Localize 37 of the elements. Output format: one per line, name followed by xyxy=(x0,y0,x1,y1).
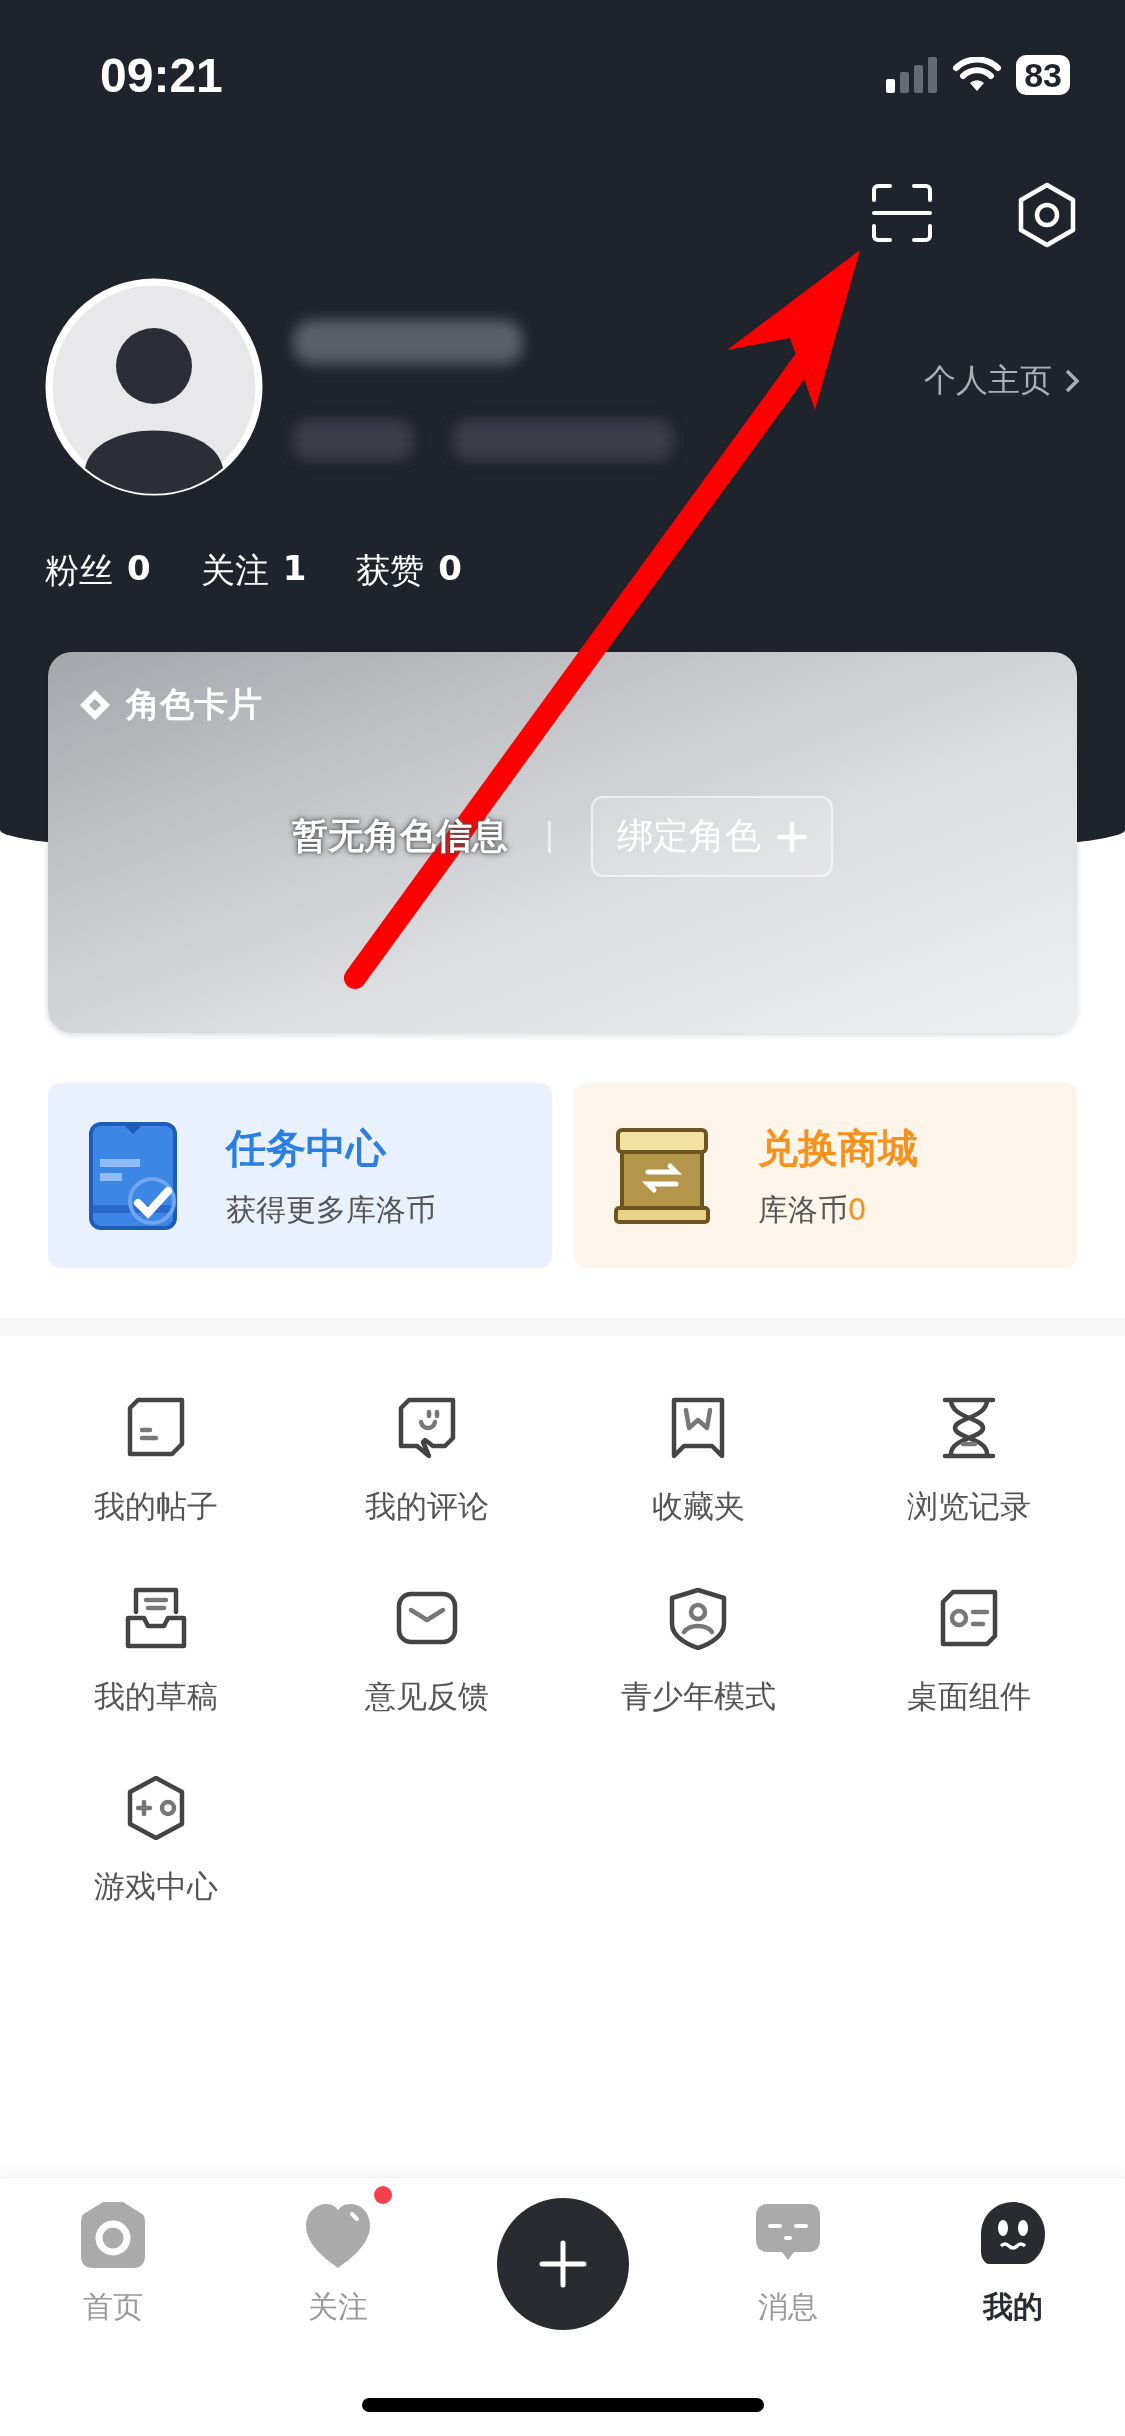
menu-item[interactable]: 浏览记录 xyxy=(833,1396,1105,1528)
plus-icon xyxy=(777,821,807,852)
stat-label: 获赞 xyxy=(356,549,425,592)
treasure-chest-icon xyxy=(613,1125,710,1226)
menu-item[interactable]: 我的评论 xyxy=(291,1396,563,1528)
menu-item[interactable]: 我的草稿 xyxy=(20,1586,292,1718)
promo-subtitle: 库洛币0 xyxy=(757,1190,868,1229)
homepage-link[interactable]: 个人主页 xyxy=(924,359,1080,403)
wifi-icon xyxy=(952,57,1003,93)
avatar[interactable] xyxy=(45,278,263,496)
battery-indicator: 83 xyxy=(1016,55,1070,95)
menu-item[interactable]: 游戏中心 xyxy=(20,1776,292,1908)
role-card-title: 角色卡片 xyxy=(126,683,262,726)
menu-item[interactable]: 意见反馈 xyxy=(291,1586,563,1718)
diamond-icon xyxy=(78,688,112,722)
scan-icon[interactable] xyxy=(870,182,934,244)
promo-subtitle: 获得更多库洛币 xyxy=(226,1190,436,1229)
plus-icon xyxy=(537,2239,588,2289)
task-ticket-icon xyxy=(88,1120,178,1231)
tab[interactable]: 我的 xyxy=(900,2178,1125,2328)
stat-label: 粉丝 xyxy=(45,549,113,592)
stat-value: 1 xyxy=(282,548,307,590)
promo-title: 兑换商城 xyxy=(757,1123,918,1173)
stat-label: 关注 xyxy=(200,549,269,592)
promo-title: 任务中心 xyxy=(226,1123,388,1173)
inbox-icon xyxy=(123,1586,188,1650)
menu-item[interactable]: 桌面组件 xyxy=(833,1586,1105,1718)
menu-item[interactable]: 我的帖子 xyxy=(20,1396,292,1528)
stat-value: 0 xyxy=(438,548,462,590)
stat-value: 0 xyxy=(127,548,151,590)
promo-card[interactable]: 任务中心 获得更多库洛币 xyxy=(48,1083,552,1268)
signal-icon xyxy=(886,57,939,93)
chevron-right-icon xyxy=(1064,368,1080,394)
status-time: 09:21 xyxy=(100,47,223,103)
menu-item[interactable]: 青少年模式 xyxy=(562,1586,834,1718)
menu-item[interactable]: 收藏夹 xyxy=(562,1396,834,1528)
promo-card[interactable]: 兑换商城 库洛币0 xyxy=(573,1083,1077,1268)
